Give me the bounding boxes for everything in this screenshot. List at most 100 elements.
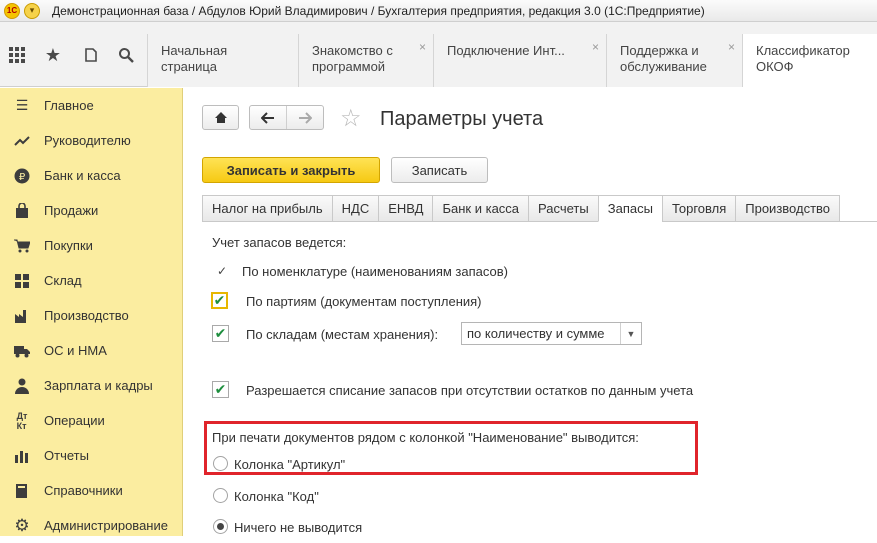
bar-chart-icon — [13, 447, 31, 465]
tab-support[interactable]: Поддержка и обслуживание × — [606, 34, 742, 87]
by-batches-checkbox[interactable]: ✔ — [211, 292, 228, 309]
gear-icon: ⚙ — [14, 515, 30, 535]
search-icon[interactable] — [115, 44, 137, 66]
radio-nothing[interactable] — [213, 519, 228, 534]
sidebar-item-label: Администрирование — [44, 518, 168, 533]
home-button[interactable] — [202, 105, 239, 130]
dropdown-arrow-icon[interactable]: ▼ — [620, 323, 641, 344]
app-logo-icon: 1С — [4, 2, 20, 19]
radio-article[interactable] — [213, 456, 228, 471]
sidebar-item-bank[interactable]: ₽ Банк и касса — [0, 158, 182, 193]
sidebar-item-label: Покупки — [44, 238, 93, 253]
tab-settlements[interactable]: Расчеты — [528, 195, 599, 222]
tab-label: Начальная страница — [161, 43, 228, 74]
star-icon[interactable]: ★ — [42, 44, 64, 66]
tab-bank[interactable]: Банк и касса — [432, 195, 530, 222]
form-area: ☆ Параметры учета Записать и закрыть Зап… — [184, 88, 877, 536]
tab-trade[interactable]: Торговля — [661, 195, 737, 222]
save-and-close-button[interactable]: Записать и закрыть — [202, 157, 380, 183]
sidebar-item-main[interactable]: ☰ Главное — [0, 88, 182, 123]
sidebar-item-label: Руководителю — [44, 133, 131, 148]
allow-writeoff-checkbox[interactable]: ✔ — [212, 381, 229, 398]
close-icon[interactable]: × — [419, 39, 426, 55]
tab-home[interactable]: Начальная страница — [147, 34, 298, 87]
sidebar-item-operations[interactable]: Дт Кт Операции — [0, 403, 182, 438]
tab-label: Знакомство с программой — [312, 43, 393, 74]
save-button[interactable]: Записать — [391, 157, 488, 183]
close-icon[interactable]: × — [728, 39, 735, 55]
tab-label: Подключение Инт... — [447, 43, 565, 58]
sidebar-item-manager[interactable]: Руководителю — [0, 123, 182, 158]
sidebar-item-salary[interactable]: Зарплата и кадры — [0, 368, 182, 403]
sidebar-item-fixed-assets[interactable]: ОС и НМА — [0, 333, 182, 368]
tab-income-tax[interactable]: Налог на прибыль — [202, 195, 333, 222]
main-menu-button[interactable]: ▾ — [24, 2, 40, 19]
history-nav — [249, 105, 324, 130]
truck-icon — [13, 342, 31, 360]
by-nomenclature-label: По номенклатуре (наименованиям запасов) — [242, 264, 508, 279]
tab-envd[interactable]: ЕНВД — [378, 195, 434, 222]
sidebar-item-catalogs[interactable]: Справочники — [0, 473, 182, 508]
sidebar-item-label: Склад — [44, 273, 82, 288]
sidebar-item-label: Продажи — [44, 203, 99, 218]
by-batches-label: По партиям (документам поступления) — [246, 294, 482, 309]
menu-lines-icon: ☰ — [15, 97, 29, 113]
sidebar-item-label: Банк и касса — [44, 168, 121, 183]
person-icon — [13, 377, 31, 395]
tab-inventory[interactable]: Запасы — [597, 195, 663, 222]
favorite-star-icon[interactable]: ☆ — [340, 104, 362, 133]
tab-label: Поддержка и обслуживание — [620, 43, 707, 74]
sidebar-item-label: Производство — [44, 308, 129, 323]
svg-text:₽: ₽ — [19, 172, 26, 183]
sidebar-item-admin[interactable]: ⚙ Администрирование — [0, 508, 182, 543]
ruble-icon: ₽ — [13, 167, 31, 185]
forward-button[interactable] — [287, 106, 323, 129]
radio-nothing-label: Ничего не выводится — [234, 520, 363, 535]
sidebar-item-label: ОС и НМА — [44, 343, 107, 358]
sidebar-item-reports[interactable]: Отчеты — [0, 438, 182, 473]
radio-code[interactable] — [213, 488, 228, 503]
window-title: Демонстрационная база / Абдулов Юрий Вла… — [52, 3, 705, 18]
back-button[interactable] — [250, 106, 287, 129]
home-icon — [203, 106, 238, 129]
radio-code-label: Колонка "Код" — [234, 489, 319, 504]
trend-icon — [13, 132, 31, 150]
cart-icon — [13, 237, 31, 255]
sidebar-item-warehouse[interactable]: Склад — [0, 263, 182, 298]
factory-icon — [13, 307, 31, 325]
sidebar-item-label: Операции — [44, 413, 105, 428]
sections-panel: ☰ Главное Руководителю ₽ Банк и касса Пр… — [0, 88, 183, 536]
sidebar-item-label: Главное — [44, 98, 94, 113]
sidebar-item-production[interactable]: Производство — [0, 298, 182, 333]
sidebar-item-purchases[interactable]: Покупки — [0, 228, 182, 263]
tab-label: Классификатор ОКОФ — [756, 43, 850, 74]
history-icon[interactable] — [80, 44, 102, 66]
debit-credit-icon: Дт Кт — [16, 410, 28, 431]
tab-vat[interactable]: НДС — [331, 195, 380, 222]
radio-article-label: Колонка "Артикул" — [234, 457, 346, 472]
radio-selected-dot — [217, 523, 224, 530]
stock-accounting-heading: Учет запасов ведется: — [212, 235, 347, 250]
top-toolbar: ★ Начальная страница Знакомство с програ… — [0, 22, 877, 87]
tab-intro[interactable]: Знакомство с программой × — [298, 34, 433, 87]
allow-writeoff-label: Разрешается списание запасов при отсутст… — [246, 383, 694, 398]
check-mark-icon: ✓ — [217, 264, 228, 278]
warehouse-icon — [13, 272, 31, 290]
close-icon[interactable]: × — [592, 39, 599, 55]
apps-grid-icon[interactable] — [6, 44, 28, 66]
page-title: Параметры учета — [380, 108, 544, 130]
by-warehouses-label: По складам (местам хранения): — [246, 327, 439, 342]
sidebar-item-label: Отчеты — [44, 448, 89, 463]
open-windows-tabs: Начальная страница Знакомство с программ… — [147, 34, 877, 87]
by-warehouses-checkbox[interactable]: ✔ — [212, 325, 229, 342]
window-title-bar: 1С ▾ Демонстрационная база / Абдулов Юри… — [0, 0, 877, 22]
sidebar-item-sales[interactable]: Продажи — [0, 193, 182, 228]
book-icon — [13, 482, 31, 500]
print-column-heading: При печати документов рядом с колонкой "… — [212, 430, 639, 445]
tab-okof[interactable]: Классификатор ОКОФ — [742, 34, 877, 87]
sidebar-item-label: Справочники — [44, 483, 123, 498]
warehouse-mode-select[interactable]: по количеству и сумме ▼ — [461, 322, 642, 345]
tab-production[interactable]: Производство — [735, 195, 841, 222]
tab-internet-connection[interactable]: Подключение Инт... × — [433, 34, 606, 87]
bag-icon — [13, 202, 31, 220]
